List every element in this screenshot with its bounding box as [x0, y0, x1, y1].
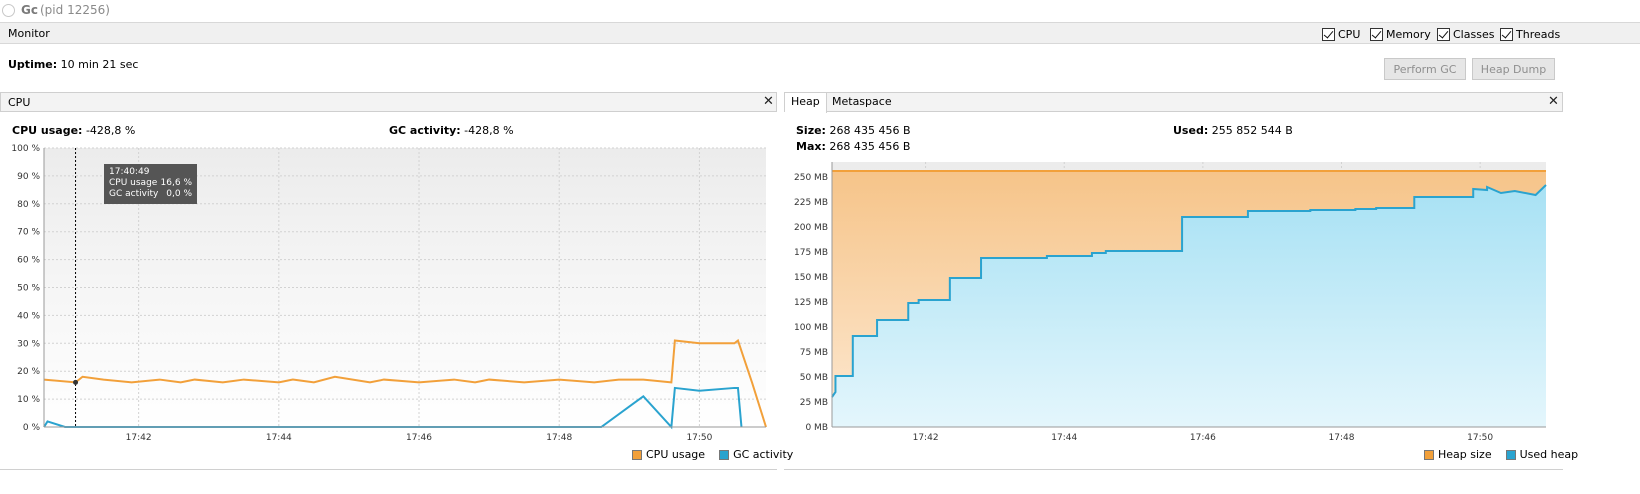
monitor-toolbar: Monitor CPU Memory Classes Threads	[0, 22, 1640, 44]
y-tick-label: 10 %	[17, 395, 40, 405]
heap-used-value: 255 852 544 B	[1211, 124, 1293, 137]
y-tick-label: 50 MB	[800, 373, 828, 383]
x-tick-label: 17:44	[1051, 433, 1077, 443]
tooltip-gc-value: 0,0 %	[166, 189, 192, 199]
y-tick-label: 25 MB	[800, 398, 828, 408]
x-tick-label: 17:44	[266, 433, 292, 443]
cpu-usage-label: CPU usage:	[12, 124, 83, 137]
y-tick-label: 200 MB	[794, 223, 828, 233]
tab-heap[interactable]: Heap	[785, 93, 827, 113]
heap-used-label: Used:	[1173, 124, 1209, 137]
uptime: Uptime: 10 min 21 sec	[8, 58, 138, 71]
x-tick-label: 17:50	[686, 433, 712, 443]
monitor-label: Monitor	[8, 27, 50, 40]
cpu-checkbox[interactable]: CPU	[1322, 27, 1360, 41]
x-tick-label: 17:48	[546, 433, 572, 443]
heap-panel-header: Heap Metaspace ✕	[784, 92, 1563, 113]
tooltip-cpu-row: CPU usage 16,6 %	[109, 178, 192, 189]
legend-heap-size: Heap size	[1438, 448, 1492, 461]
x-tick-label: 17:42	[126, 433, 152, 443]
x-tick-label: 17:48	[1329, 433, 1355, 443]
classes-checkbox-label: Classes	[1453, 27, 1495, 41]
heap-panel-close-icon[interactable]: ✕	[1548, 94, 1559, 109]
cpu-usage-value: -428,8 %	[85, 124, 136, 137]
memory-checkbox[interactable]: Memory	[1370, 27, 1431, 41]
checkbox-checked-icon	[1500, 27, 1513, 41]
y-tick-label: 90 %	[17, 172, 40, 182]
gc-activity-label: GC activity:	[389, 124, 461, 137]
heap-max-value: 268 435 456 B	[829, 140, 911, 153]
legend-swatch-cpu	[632, 449, 642, 460]
y-tick-label: 175 MB	[794, 248, 828, 258]
legend-used-heap: Used heap	[1519, 448, 1579, 461]
heap-max-label: Max:	[796, 140, 826, 153]
tooltip-gc-row: GC activity 0,0 %	[109, 189, 192, 200]
tab-metaspace[interactable]: Metaspace	[826, 93, 898, 113]
y-tick-label: 60 %	[17, 256, 40, 266]
heap-size-stat: Size: 268 435 456 B	[796, 124, 911, 137]
cpu-legend: CPU usage GC activity	[632, 448, 793, 461]
tooltip-time: 17:40:49	[109, 167, 150, 177]
heap-size-label: Size:	[796, 124, 826, 137]
heap-dump-button[interactable]: Heap Dump	[1472, 58, 1555, 80]
cpu-panel-close-icon[interactable]: ✕	[763, 94, 774, 109]
y-tick-label: 70 %	[17, 228, 40, 238]
crosshair-point	[73, 379, 79, 385]
cpu-checkbox-label: CPU	[1338, 27, 1361, 41]
threads-checkbox[interactable]: Threads	[1500, 27, 1560, 41]
heap-chart[interactable]: 0 MB 25 MB 50 MB 75 MB 100 MB 125 MB 150 MB 175…	[784, 155, 1563, 450]
legend-swatch-heap-size	[1424, 449, 1434, 460]
y-tick-label: 225 MB	[794, 198, 828, 208]
cpu-panel-title: CPU	[8, 96, 31, 109]
tooltip-gc-label: GC activity	[109, 189, 159, 199]
classes-checkbox[interactable]: Classes	[1437, 27, 1494, 41]
heap-panel-bottom-border	[784, 469, 1563, 470]
y-tick-label: 0 MB	[805, 423, 828, 433]
y-tick-label: 80 %	[17, 200, 40, 210]
cpu-usage-stat: CPU usage: -428,8 %	[12, 124, 135, 137]
cpu-tooltip: 17:40:49 CPU usage 16,6 % GC activity 0,…	[104, 164, 197, 204]
heap-size-value: 268 435 456 B	[829, 124, 911, 137]
threads-checkbox-label: Threads	[1516, 27, 1561, 41]
tooltip-cpu-value: 16,6 %	[160, 178, 192, 188]
y-tick-label: 40 %	[17, 311, 40, 321]
perform-gc-button[interactable]: Perform GC	[1384, 58, 1466, 80]
window-title-bar: Gc (pid 12256)	[0, 0, 1640, 22]
status-circle-icon	[2, 4, 15, 17]
y-tick-label: 0 %	[23, 423, 41, 433]
legend-swatch-gc	[719, 449, 730, 460]
cpu-panel-header: CPU ✕	[0, 92, 777, 112]
x-tick-label: 17:50	[1467, 433, 1493, 443]
y-tick-label: 50 %	[17, 284, 40, 294]
y-tick-label: 100 %	[11, 144, 40, 154]
memory-checkbox-label: Memory	[1386, 27, 1431, 41]
gc-activity-value: -428,8 %	[464, 124, 514, 137]
checkbox-checked-icon	[1322, 27, 1335, 41]
tooltip-cpu-label: CPU usage	[109, 178, 158, 188]
y-tick-label: 250 MB	[794, 173, 828, 183]
gc-activity-stat: GC activity: -428,8 %	[389, 124, 514, 137]
y-tick-label: 100 MB	[794, 323, 828, 333]
app-pid: (pid 12256)	[40, 3, 110, 17]
app-name: Gc	[21, 3, 38, 17]
y-tick-label: 30 %	[17, 339, 40, 349]
checkbox-checked-icon	[1437, 27, 1450, 41]
x-tick-label: 17:46	[1190, 433, 1216, 443]
checkbox-checked-icon	[1370, 27, 1383, 41]
legend-swatch-used-heap	[1505, 449, 1516, 460]
heap-legend: Heap size Used heap	[1424, 448, 1578, 461]
y-tick-label: 75 MB	[800, 348, 828, 358]
y-tick-label: 20 %	[17, 367, 40, 377]
uptime-label: Uptime:	[8, 58, 58, 71]
heap-used-stat: Used: 255 852 544 B	[1173, 124, 1293, 137]
x-tick-label: 17:46	[406, 433, 432, 443]
y-tick-label: 150 MB	[794, 273, 828, 283]
cpu-panel-bottom-border	[0, 469, 777, 470]
y-tick-label: 125 MB	[794, 298, 828, 308]
heap-max-stat: Max: 268 435 456 B	[796, 140, 910, 153]
legend-cpu-usage: CPU usage	[646, 448, 706, 461]
x-tick-label: 17:42	[913, 433, 939, 443]
uptime-value: 10 min 21 sec	[60, 58, 139, 71]
